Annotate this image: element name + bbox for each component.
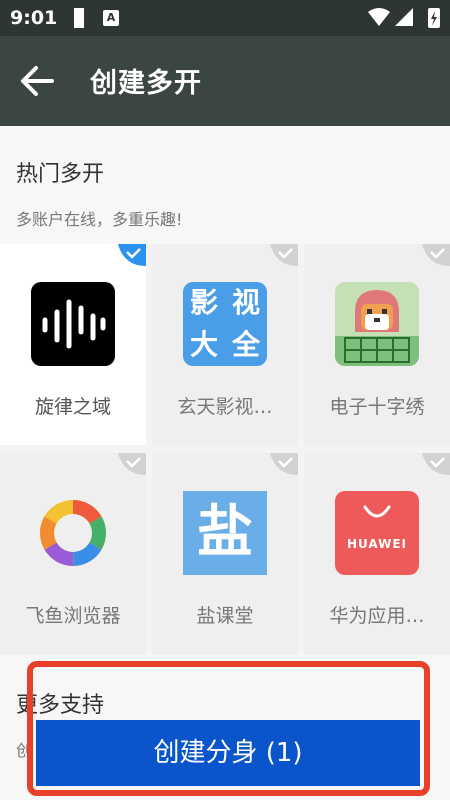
status-bar: 9:01 A <box>0 0 450 36</box>
video-app-icon: 影 视 大 全 <box>183 282 267 366</box>
app-tile-huawei-appgallery[interactable]: HUAWEI 华为应用… <box>304 453 450 654</box>
app-label: 电子十字绣 <box>329 396 425 418</box>
app-tile-video[interactable]: 影 视 大 全 玄天影视… <box>152 244 298 445</box>
aperture-icon <box>31 491 115 575</box>
hot-section-title: 热门多开 <box>16 162 105 187</box>
notification-app-icon: A <box>103 10 119 26</box>
back-arrow-icon <box>21 66 54 96</box>
status-time: 9:01 <box>10 7 58 29</box>
check-unselected-icon <box>118 453 146 475</box>
salt-icon-char: 盐 <box>197 500 253 565</box>
check-selected-icon <box>118 244 146 266</box>
notification-icon <box>74 8 84 28</box>
status-icons <box>368 8 440 28</box>
more-support-subtitle: 创 <box>16 741 33 760</box>
app-label: 旋律之域 <box>34 396 111 418</box>
app-tile-melody[interactable]: 旋律之域 <box>0 244 146 445</box>
create-clone-button[interactable]: 创建分身 (1) <box>36 720 420 786</box>
app-tile-salt-class[interactable]: 盐 盐课堂 <box>152 453 298 654</box>
sound-wave-icon <box>31 282 115 366</box>
app-tile-cross-stitch[interactable]: 电子十字绣 <box>304 244 450 445</box>
huawei-bag-icon: HUAWEI <box>335 491 419 575</box>
more-support-title: 更多支持 <box>16 693 105 718</box>
video-icon-char: 全 <box>231 328 260 361</box>
app-label: 玄天影视… <box>177 396 273 418</box>
app-label: 盐课堂 <box>196 605 254 627</box>
hot-section-subtitle: 多账户在线，多重乐趣! <box>16 210 183 229</box>
huawei-icon-text: HUAWEI <box>346 537 408 551</box>
app-label: 华为应用… <box>329 605 425 627</box>
video-icon-char: 视 <box>231 286 260 319</box>
wifi-icon <box>368 8 390 26</box>
back-button[interactable] <box>12 58 62 104</box>
app-label: 飞鱼浏览器 <box>25 605 121 627</box>
app-bar: 创建多开 <box>0 36 450 126</box>
hot-section-header: 热门多开 多账户在线，多重乐趣! <box>0 126 450 244</box>
salt-character-icon: 盐 <box>183 491 267 575</box>
video-icon-char: 大 <box>189 328 218 361</box>
app-tile-flyfish-browser[interactable]: 飞鱼浏览器 <box>0 453 146 654</box>
check-unselected-icon <box>270 453 298 475</box>
shiba-dog-icon <box>335 282 419 366</box>
check-unselected-icon <box>270 244 298 266</box>
page-title: 创建多开 <box>90 68 202 99</box>
video-icon-char: 影 <box>189 286 218 319</box>
signal-icon <box>395 8 413 26</box>
check-unselected-icon <box>422 453 450 475</box>
check-unselected-icon <box>422 244 450 266</box>
